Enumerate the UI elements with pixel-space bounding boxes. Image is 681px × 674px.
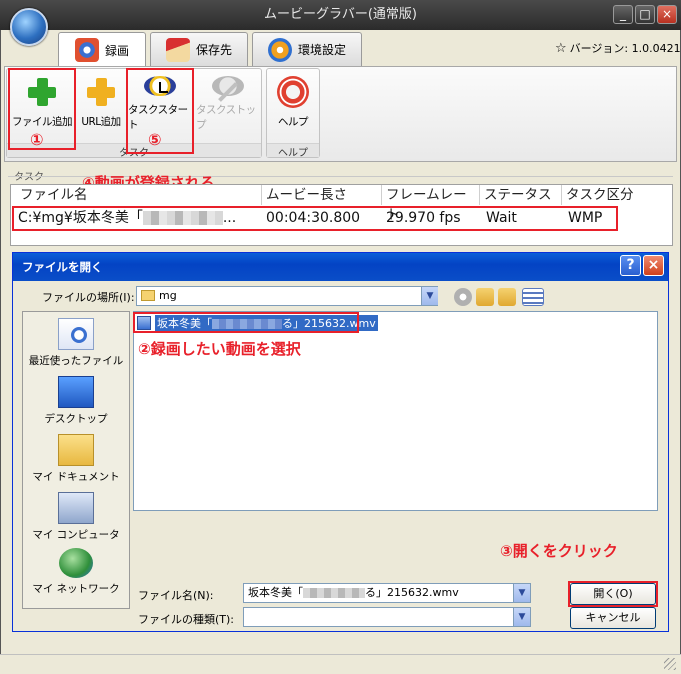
column-length[interactable]: ムービー長さ [262, 185, 382, 205]
my-network-icon [59, 548, 93, 578]
column-framerate[interactable]: フレームレート [382, 185, 480, 223]
filetype-select[interactable] [243, 607, 531, 627]
cancel-button[interactable]: キャンセル [570, 607, 656, 629]
dialog-title-bar[interactable] [13, 253, 668, 281]
annotation-box-file-item [133, 312, 359, 333]
my-documents-icon [58, 434, 94, 466]
maximize-button[interactable]: □ [635, 5, 655, 24]
filename-dropdown-arrow[interactable]: ▼ [513, 584, 530, 602]
column-status[interactable]: ステータス [480, 185, 562, 205]
filename-value-pre: 坂本冬美「 [248, 586, 303, 599]
filetype-dropdown-arrow[interactable]: ▼ [513, 608, 530, 626]
folder-icon [141, 290, 155, 301]
version-info: ☆ バージョン: 1.0.0421 [555, 38, 681, 58]
resize-grip-icon[interactable] [664, 658, 676, 670]
lookin-label: ファイルの場所(I): [42, 291, 135, 304]
add-url-label: URL追加 [81, 116, 121, 128]
tab-settings-label: 環境設定 [297, 43, 346, 57]
dialog-title: ファイルを開く [22, 260, 103, 274]
tab-settings[interactable]: 環境設定 [252, 32, 362, 66]
filename-input[interactable]: 坂本冬美「 る」215632.wmv [243, 583, 531, 603]
yellow-plus-icon [85, 76, 117, 108]
house-icon [165, 37, 190, 62]
ribbon-group-help-label: ヘルプ [267, 143, 319, 159]
lookin-dropdown-arrow[interactable]: ▼ [421, 287, 438, 305]
filename-value-post: る」215632.wmv [365, 586, 459, 599]
stop-icon [212, 76, 244, 102]
annotation-box-open-button [568, 581, 658, 607]
place-my-computer[interactable]: マイ コンピュータ [22, 492, 130, 542]
tab-save-location-label: 保存先 [195, 43, 232, 57]
version-text: バージョン: 1.0.0421 [569, 42, 681, 55]
tab-save-location[interactable]: 保存先 [150, 32, 248, 66]
lookin-value: mg [159, 289, 177, 302]
place-my-documents[interactable]: マイ ドキュメント [22, 434, 130, 484]
annotation-box-task-row [12, 206, 618, 231]
desktop-icon [58, 376, 94, 408]
annotation-3: ③開くをクリック [500, 542, 618, 560]
mosaic-blur [303, 588, 365, 598]
place-my-network[interactable]: マイ ネットワーク [22, 548, 130, 596]
recent-files-icon [58, 318, 94, 350]
place-my-documents-label: マイ ドキュメント [32, 471, 120, 483]
place-my-computer-label: マイ コンピュータ [32, 529, 120, 541]
filename-label: ファイル名(N): [138, 589, 214, 602]
back-icon[interactable] [454, 288, 472, 306]
window-title: ムービーグラバー(通常版) [263, 7, 417, 22]
dialog-close-button[interactable]: × [643, 255, 664, 276]
add-url-button[interactable]: URL追加 [76, 70, 126, 132]
filetype-label: ファイルの種類(T): [138, 613, 235, 626]
place-desktop[interactable]: デスクトップ [22, 376, 130, 426]
lookin-select[interactable]: mg [136, 286, 438, 306]
new-folder-icon[interactable] [498, 288, 516, 306]
help-button[interactable]: ヘルプ [268, 70, 318, 132]
up-folder-icon[interactable] [476, 288, 494, 306]
column-category[interactable]: タスク区分 [562, 185, 662, 205]
task-stop-label: タスクストップ [196, 104, 256, 131]
view-menu-icon[interactable] [522, 288, 544, 306]
film-reel-icon [74, 38, 99, 62]
lifebuoy-icon [277, 76, 309, 108]
column-filename[interactable]: ファイル名 [16, 185, 262, 205]
app-globe-icon[interactable] [10, 8, 48, 46]
place-my-network-label: マイ ネットワーク [32, 583, 120, 595]
gear-icon [267, 37, 292, 62]
minimize-button[interactable]: _ [613, 5, 633, 24]
annotation-1: ① [30, 130, 44, 149]
my-computer-icon [58, 492, 94, 524]
star-icon: ☆ [555, 40, 567, 56]
dialog-help-button[interactable]: ? [620, 255, 641, 276]
help-label: ヘルプ [278, 116, 309, 128]
close-button[interactable]: × [657, 5, 677, 24]
place-desktop-label: デスクトップ [44, 413, 108, 425]
tab-record-label: 録画 [104, 43, 129, 58]
place-recent[interactable]: 最近使ったファイル [22, 318, 130, 368]
place-recent-label: 最近使ったファイル [28, 355, 124, 367]
task-stop-button[interactable]: タスクストップ [196, 70, 260, 132]
status-bar [0, 654, 681, 674]
tab-record[interactable]: 録画 [58, 32, 146, 67]
annotation-5: ⑤ [148, 130, 162, 149]
annotation-2: ②録画したい動画を選択 [138, 340, 301, 358]
